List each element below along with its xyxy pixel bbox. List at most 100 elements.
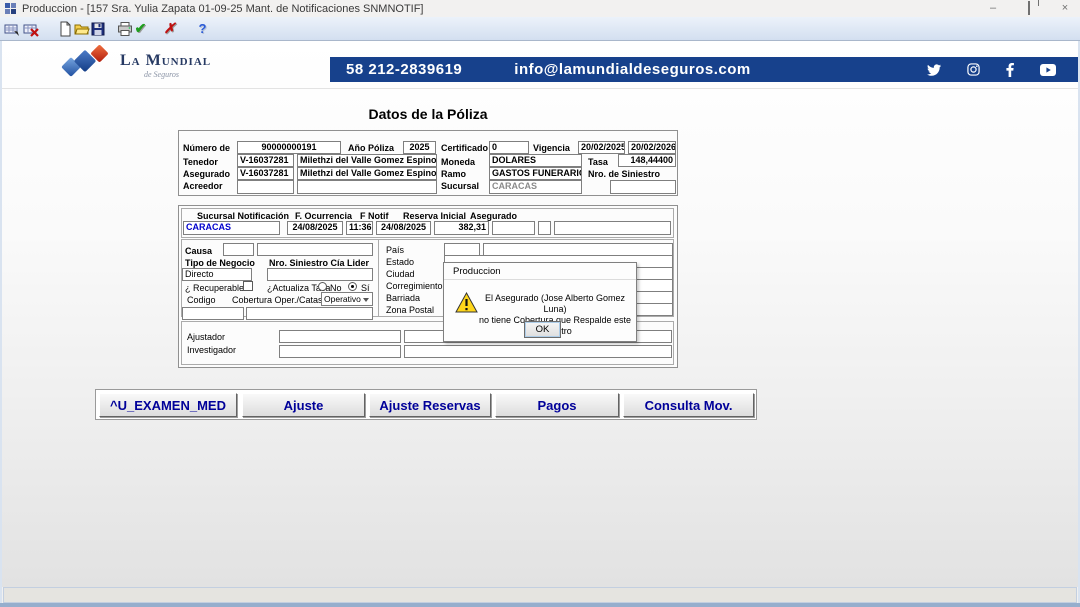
ramo-field[interactable]: GASTOS FUNERARIO [489,167,582,180]
policy-fieldset: Número de 90000000191 Año Póliza 2025 Ce… [178,130,678,196]
warning-icon [455,292,478,313]
save-icon[interactable] [89,20,106,37]
tenedor-id-field[interactable]: V-16037281 [237,154,294,167]
minimize-button[interactable]: – [986,3,1000,14]
cobertura-label: Cobertura Oper./Catast. [232,295,328,305]
status-bar [3,587,1077,603]
ok-button[interactable]: OK [524,321,561,338]
ano-poliza-field[interactable]: 2025 [403,141,436,154]
investigador-label: Investigador [187,345,236,355]
new-document-icon[interactable] [57,20,74,37]
nro-siniestro-field[interactable] [610,180,676,194]
app-icon [5,3,16,14]
asegurado-notif-label: Asegurado [470,211,517,221]
toolbar: ✔ ✗ ? [0,17,1080,41]
codigo-field[interactable] [182,307,244,320]
causa-codigo-field[interactable] [223,243,254,256]
investigador-id-field[interactable] [279,345,401,358]
barriada-label: Barriada [386,293,420,303]
f-notif-label: F Notif [360,211,389,221]
moneda-label: Moneda [441,157,475,167]
sucursal-label: Sucursal [441,181,479,191]
vigencia-desde-field[interactable]: 20/02/2025 [578,141,625,154]
asegurado-tiny-field[interactable] [538,221,551,235]
estado-label: Estado [386,257,414,267]
brand-tagline: de Seguros [144,70,179,79]
sucursal-notificacion-label: Sucursal Notificación [197,211,289,221]
ajustador-id-field[interactable] [279,330,401,343]
instagram-icon[interactable] [967,63,980,76]
investigador-nombre-field[interactable] [404,345,672,358]
sucursal-field[interactable]: CARACAS [489,180,582,194]
cobertura-tipo-dropdown[interactable]: Operativo [321,292,373,306]
consulta-mov-button[interactable]: Consulta Mov. [623,393,754,417]
print-icon[interactable] [116,20,133,37]
divider [378,239,379,317]
recuperable-checkbox[interactable] [243,281,253,291]
commit-check-icon[interactable]: ✔ [132,20,149,37]
records-grid-icon[interactable] [3,20,20,37]
hora-ocurrencia-field[interactable]: 11:36 [346,221,373,235]
ajuste-reservas-button[interactable]: Ajuste Reservas [369,393,491,417]
restore-button[interactable] [1022,3,1036,14]
acreedor-id-field[interactable] [237,180,294,194]
tipo-negocio-field[interactable]: Directo [182,268,252,281]
asegurado-nombre-field[interactable]: Milethzi del Valle Gomez Espinoz [297,167,437,180]
dialog-title: Produccion [444,263,636,280]
f-ocurrencia-field[interactable]: 24/08/2025 [287,221,343,235]
certificado-field[interactable]: 0 [489,141,529,154]
sucursal-notificacion-field[interactable]: CARACAS [183,221,280,235]
open-folder-icon[interactable] [73,20,90,37]
tenedor-nombre-field[interactable]: Milethzi del Valle Gomez Espinoz [297,154,437,167]
zona-postal-label: Zona Postal [386,305,434,315]
asegurado-label: Asegurado [183,169,230,179]
cobertura-tipo-value: Operativo [324,294,361,304]
ajuste-button[interactable]: Ajuste [242,393,365,417]
help-icon[interactable]: ? [194,20,211,37]
title-bar: Produccion - [157 Sra. Yulia Zapata 01-0… [0,0,1080,17]
corregimiento-label: Corregimiento [386,281,443,291]
reserva-inicial-field[interactable]: 382,31 [434,221,489,235]
examen-med-button[interactable]: ^U_EXAMEN_MED [99,393,237,417]
ramo-label: Ramo [441,169,466,179]
codigo-label: Codigo [187,295,216,305]
actualiza-si-radio[interactable] [348,282,357,291]
brand-name: La Mundial [120,52,211,70]
asegurado-desc-field[interactable] [554,221,671,235]
phone-number: 58 212-2839619 [346,61,462,78]
asegurado-id-field[interactable]: V-16037281 [237,167,294,180]
acreedor-label: Acreedor [183,181,223,191]
causa-label: Causa [185,246,212,256]
nro-siniestro-lider-field[interactable] [267,268,373,281]
pais-label: País [386,245,404,255]
causa-desc-field[interactable] [257,243,373,256]
youtube-icon[interactable] [1040,64,1056,76]
pagos-button[interactable]: Pagos [495,393,619,417]
facebook-icon[interactable] [1006,63,1014,77]
f-notif-field[interactable]: 24/08/2025 [376,221,431,235]
tenedor-label: Tenedor [183,157,218,167]
nro-siniestro-lider-label: Nro. Siniestro Cía Lider [269,258,369,268]
vigencia-hasta-field[interactable]: 20/02/2026 [628,141,676,154]
tasa-field[interactable]: 148,44400 [618,154,676,167]
twitter-icon[interactable] [927,64,941,76]
asegurado-notif-field[interactable] [492,221,535,235]
actualiza-no-radio[interactable] [318,282,327,291]
records-grid-delete-icon[interactable] [22,20,39,37]
cobertura-field[interactable] [246,307,373,320]
moneda-field[interactable]: DOLARES [489,154,582,167]
close-button[interactable]: × [1058,3,1072,14]
divider [0,88,1080,89]
email-address: info@lamundialdeseguros.com [514,61,751,78]
certificado-label: Certificado [441,143,488,153]
numero-poliza-field[interactable]: 90000000191 [237,141,341,154]
page-title: Datos de la Póliza [178,106,678,122]
cancel-x-icon[interactable]: ✗ [161,20,178,37]
ciudad-label: Ciudad [386,269,415,279]
acreedor-nombre-field[interactable] [297,180,437,194]
ajustador-label: Ajustador [187,332,225,342]
produccion-dialog: Produccion El Asegurado (Jose Alberto Go… [443,262,637,342]
window-title: Produccion - [157 Sra. Yulia Zapata 01-0… [22,3,424,15]
window-border [0,41,2,603]
numero-label: Número de [183,143,230,153]
